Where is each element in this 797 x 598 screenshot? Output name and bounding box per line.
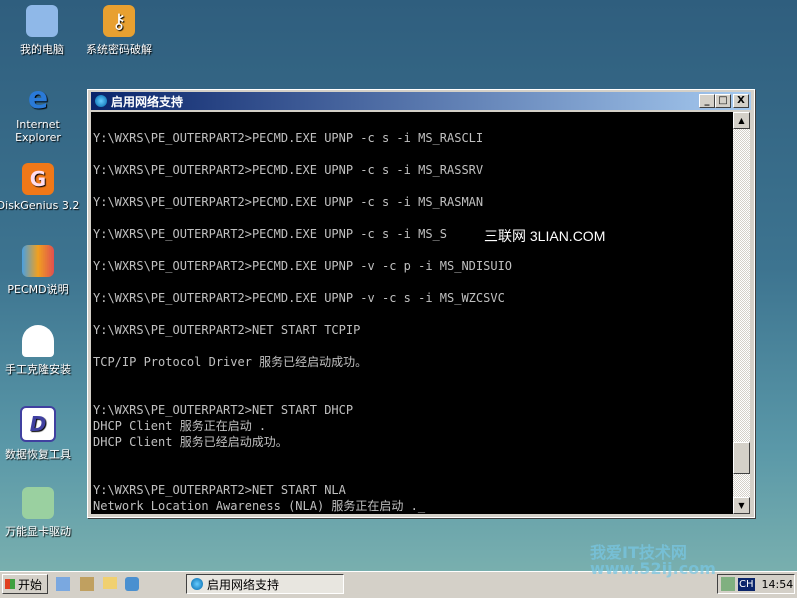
console-window[interactable]: 启用网络支持 _ □ X Y:\WXRS\PE_OUTERPART2>PECMD… bbox=[87, 89, 755, 518]
desktop-icon-ghost[interactable]: 手工克隆安装 bbox=[0, 325, 80, 377]
maximize-button[interactable]: □ bbox=[715, 94, 731, 108]
console-line: Y:\WXRS\PE_OUTERPART2>NET START TCPIP bbox=[93, 323, 361, 337]
desktop-icon-password[interactable]: ⚷ 系统密码破解 bbox=[77, 5, 161, 57]
scroll-down-button[interactable]: ▼ bbox=[733, 497, 750, 514]
driver-icon bbox=[22, 487, 54, 519]
clock: 14:54 bbox=[761, 577, 794, 591]
console-line: Y:\WXRS\PE_OUTERPART2>PECMD.EXE UPNP -v … bbox=[93, 291, 505, 305]
console-line: Y:\WXRS\PE_OUTERPART2>NET START DHCP bbox=[93, 403, 354, 417]
folder-icon[interactable] bbox=[103, 577, 117, 589]
console-line: DHCP Client 服务正在启动 . bbox=[93, 419, 267, 433]
help-icon bbox=[22, 245, 54, 277]
desktop-icon-driver[interactable]: 万能显卡驱动 bbox=[0, 487, 80, 539]
scroll-up-button[interactable]: ▲ bbox=[733, 112, 750, 129]
language-indicator[interactable]: CH bbox=[738, 577, 755, 591]
ghost-icon bbox=[22, 325, 54, 357]
console-line: Y:\WXRS\PE_OUTERPART2>PECMD.EXE UPNP -v … bbox=[93, 259, 513, 273]
cleanup-icon[interactable] bbox=[80, 577, 94, 591]
close-button[interactable]: X bbox=[733, 94, 749, 108]
watermark: 三联网 3LIAN.COM bbox=[484, 228, 606, 244]
desktop-icon-my-computer[interactable]: 我的电脑 bbox=[0, 5, 84, 57]
desktop-icon-pecmd[interactable]: PECMD说明 bbox=[0, 245, 80, 297]
show-desktop-icon[interactable] bbox=[56, 577, 70, 591]
taskbar-task-console[interactable]: 启用网络支持 bbox=[186, 574, 344, 594]
key-icon: ⚷ bbox=[103, 5, 135, 37]
title-bar[interactable]: 启用网络支持 _ □ X bbox=[91, 92, 751, 110]
network-globe-icon bbox=[191, 578, 203, 590]
console-output[interactable]: Y:\WXRS\PE_OUTERPART2>PECMD.EXE UPNP -c … bbox=[91, 112, 733, 514]
desktop-icon-diskgenius[interactable]: G DiskGenius 3.2 bbox=[0, 163, 80, 212]
console-line: Y:\WXRS\PE_OUTERPART2>PECMD.EXE UPNP -c … bbox=[93, 195, 484, 209]
recovery-icon: D bbox=[20, 406, 56, 442]
vertical-scrollbar[interactable]: ▲ ▼ bbox=[733, 112, 750, 514]
ie-quicklaunch-icon[interactable] bbox=[125, 577, 139, 591]
system-tray: CH 14:54 bbox=[717, 574, 795, 594]
network-globe-icon bbox=[95, 95, 107, 107]
site-watermark: 我爱IT技术网 www.52ij.com bbox=[590, 543, 716, 578]
desktop-icon-ie[interactable]: e Internet Explorer bbox=[0, 80, 80, 145]
console-line: Y:\WXRS\PE_OUTERPART2>NET START NLA bbox=[93, 483, 346, 497]
diskgenius-icon: G bbox=[22, 163, 54, 195]
scroll-thumb[interactable] bbox=[733, 442, 750, 474]
start-button[interactable]: 开始 bbox=[2, 574, 48, 594]
ie-icon: e bbox=[27, 80, 49, 116]
console-line: Y:\WXRS\PE_OUTERPART2>PECMD.EXE UPNP -c … bbox=[93, 163, 484, 177]
window-title: 启用网络支持 bbox=[111, 94, 184, 109]
console-line: Y:\WXRS\PE_OUTERPART2>PECMD.EXE UPNP -c … bbox=[93, 227, 448, 241]
console-line: DHCP Client 服务已经启动成功。 bbox=[93, 435, 288, 449]
console-line: TCP/IP Protocol Driver 服务已经启动成功。 bbox=[93, 355, 368, 369]
desktop-icon-recovery[interactable]: D 数据恢复工具 bbox=[0, 406, 80, 462]
computer-icon bbox=[26, 5, 58, 37]
console-line: Network Location Awareness (NLA) 服务正在启动 … bbox=[93, 499, 426, 513]
windows-logo-icon bbox=[5, 579, 15, 589]
minimize-button[interactable]: _ bbox=[699, 94, 715, 108]
console-line: Y:\WXRS\PE_OUTERPART2>PECMD.EXE UPNP -c … bbox=[93, 131, 484, 145]
network-tray-icon[interactable] bbox=[721, 577, 735, 591]
